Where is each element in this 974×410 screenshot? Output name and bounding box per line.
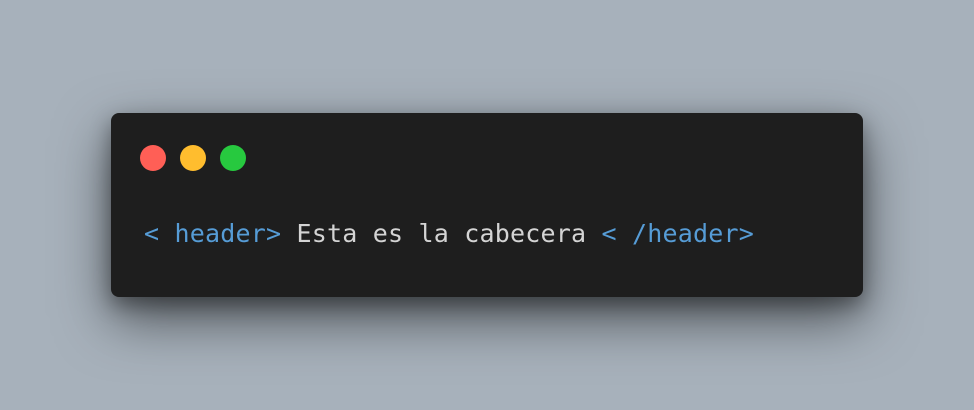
- window-controls: [140, 145, 246, 171]
- minimize-button[interactable]: [180, 145, 206, 171]
- open-tag: < header>: [144, 219, 282, 248]
- close-tag: < /header>: [601, 219, 755, 248]
- code-window: < header> Esta es la cabecera < /header>: [111, 113, 863, 297]
- close-button[interactable]: [140, 145, 166, 171]
- maximize-button[interactable]: [220, 145, 246, 171]
- tag-content: Esta es la cabecera: [281, 219, 602, 248]
- code-line: < header> Esta es la cabecera < /header>: [144, 219, 754, 249]
